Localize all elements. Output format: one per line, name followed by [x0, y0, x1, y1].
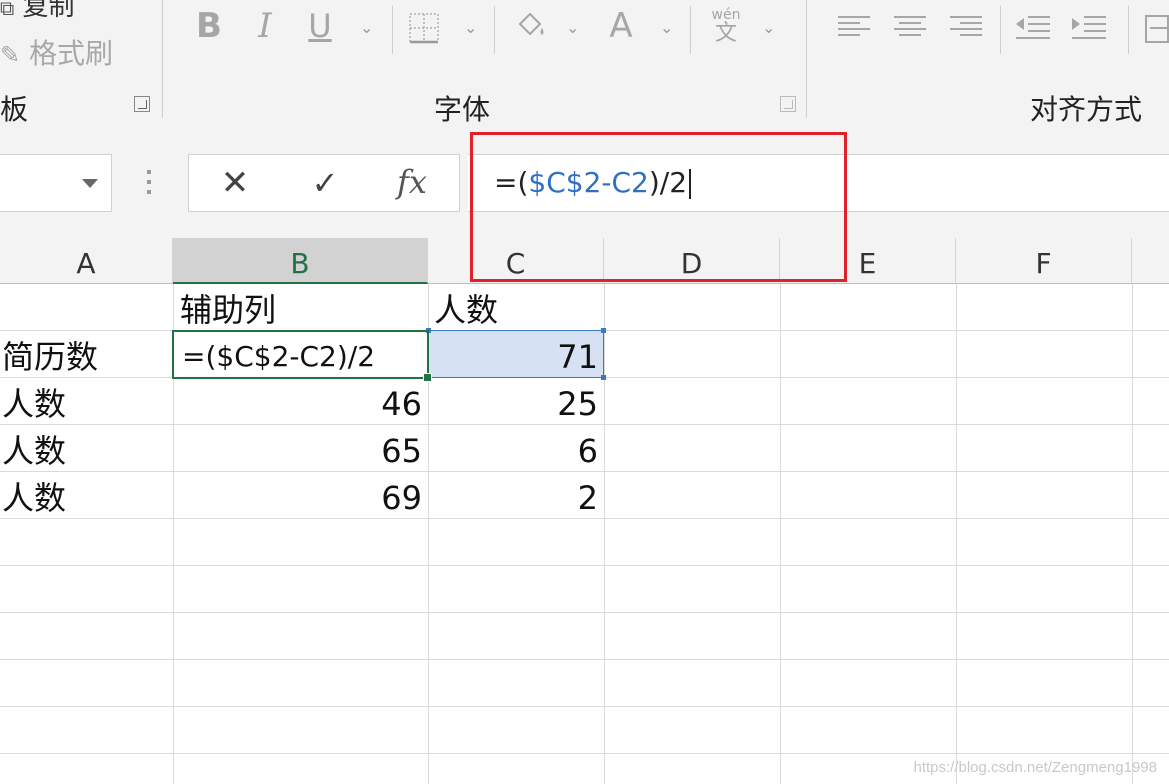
wrap-text-icon[interactable]: [1144, 14, 1169, 44]
italic-button[interactable]: I: [250, 6, 280, 46]
column-header-b[interactable]: B: [173, 238, 428, 284]
separator: [690, 6, 691, 54]
fill-color-dropdown-icon[interactable]: ⌄: [566, 18, 579, 37]
clipboard-group-label: 板: [0, 93, 29, 126]
cell-a4[interactable]: 人数: [0, 425, 173, 471]
increase-indent-icon[interactable]: [1070, 14, 1108, 42]
copy-button[interactable]: ⧉ 复制: [0, 0, 75, 23]
cell-c1[interactable]: 人数: [432, 284, 604, 330]
worksheet-grid[interactable]: 辅助列 人数 简历数 =($C$2-C2)/2 71 人数 46 25 人数 6…: [0, 284, 1169, 784]
alignment-group-label: 对齐方式: [1030, 93, 1143, 126]
cell-b4[interactable]: 65: [173, 425, 428, 471]
insert-function-icon[interactable]: fx: [397, 163, 437, 203]
phonetic-pinyin: wén: [711, 7, 741, 23]
watermark: https://blog.csdn.net/Zengmeng1998: [913, 759, 1157, 776]
format-painter-icon: ✎: [0, 41, 21, 69]
cell-c2[interactable]: 71: [428, 331, 604, 377]
bold-button[interactable]: B: [194, 6, 224, 46]
align-right-icon[interactable]: [950, 16, 982, 40]
separator: [392, 6, 393, 54]
decrease-indent-icon[interactable]: [1014, 14, 1052, 42]
font-group-label: 字体: [434, 93, 491, 126]
format-painter-button[interactable]: ✎ 格式刷: [0, 32, 113, 72]
separator: [1000, 6, 1001, 54]
cell-a3[interactable]: 人数: [0, 378, 173, 424]
cell-c4[interactable]: 6: [428, 425, 604, 471]
align-center-icon[interactable]: [894, 16, 926, 40]
formula-bar-grip[interactable]: [147, 170, 151, 200]
column-header-a[interactable]: A: [0, 238, 173, 284]
group-separator: [162, 0, 163, 118]
phonetic-guide-button[interactable]: wén 文: [706, 8, 746, 52]
cell-b1[interactable]: 辅助列: [178, 284, 428, 330]
separator: [1128, 6, 1129, 54]
copy-label: 复制: [22, 0, 75, 22]
cell-a5[interactable]: 人数: [0, 472, 173, 518]
enter-icon[interactable]: ✓: [307, 165, 343, 201]
cell-b5[interactable]: 69: [173, 472, 428, 518]
copy-icon: ⧉: [0, 0, 15, 20]
borders-dropdown-icon[interactable]: ⌄: [464, 18, 477, 37]
cell-a1[interactable]: [0, 284, 173, 330]
cell-c3[interactable]: 25: [428, 378, 604, 424]
format-painter-label: 格式刷: [29, 37, 114, 70]
name-box[interactable]: [0, 154, 112, 212]
phonetic-char: 文: [714, 21, 737, 46]
active-cell-border: [172, 330, 432, 382]
column-header-f[interactable]: F: [956, 238, 1132, 284]
phonetic-dropdown-icon[interactable]: ⌄: [762, 18, 775, 37]
cancel-icon[interactable]: ✕: [217, 165, 253, 201]
underline-button[interactable]: U: [305, 6, 335, 46]
font-color-dropdown-icon[interactable]: ⌄: [660, 18, 673, 37]
underline-dropdown-icon[interactable]: ⌄: [360, 18, 373, 37]
font-color-button[interactable]: A: [604, 4, 638, 48]
font-dialog-launcher[interactable]: [780, 96, 796, 112]
ribbon: ⧉ 复制 ✎ 格式刷 板 B I U ⌄ ⌄ ⌄ A ⌄ wén 文 ⌄ 字体: [0, 0, 1169, 129]
cell-b3[interactable]: 46: [173, 378, 428, 424]
group-separator: [806, 0, 807, 118]
borders-icon[interactable]: [408, 12, 440, 44]
cell-a2[interactable]: 简历数: [0, 331, 173, 377]
align-left-icon[interactable]: [838, 16, 870, 40]
name-box-dropdown-icon[interactable]: [82, 179, 98, 188]
fill-handle[interactable]: [423, 373, 432, 382]
clipboard-dialog-launcher[interactable]: [134, 96, 150, 112]
separator: [494, 6, 495, 54]
column-header-g[interactable]: [1132, 238, 1169, 284]
fill-color-icon[interactable]: [512, 8, 548, 44]
formula-buttons: ✕ ✓ fx: [188, 154, 460, 212]
annotation-highlight-box: [470, 132, 847, 282]
cell-c5[interactable]: 2: [428, 472, 604, 518]
